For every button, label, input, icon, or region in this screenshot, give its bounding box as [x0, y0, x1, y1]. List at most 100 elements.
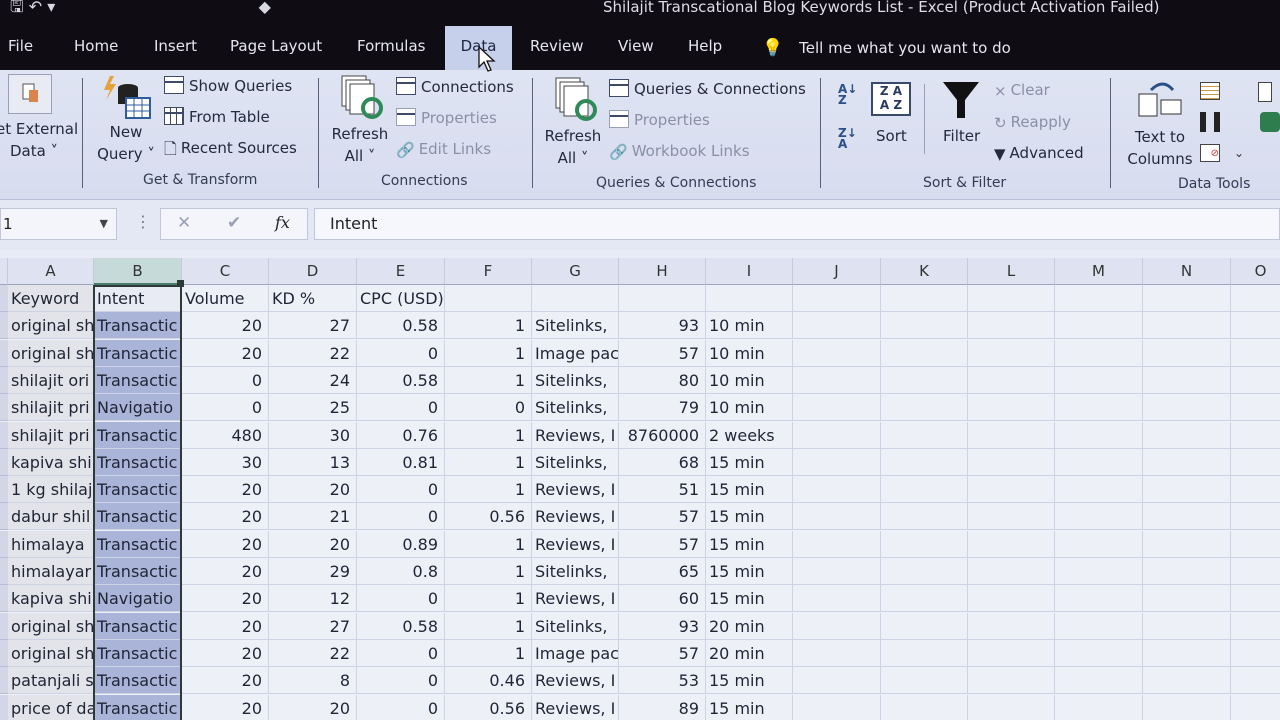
row-header[interactable]	[0, 476, 8, 504]
cell-c[interactable]: 20	[182, 503, 269, 531]
cell-h[interactable]: 89	[619, 694, 706, 720]
quick-access-toolbar[interactable]: 🖫 ↶ ▾ ◆	[10, 0, 271, 23]
cell-m[interactable]	[1055, 612, 1143, 640]
cell-h[interactable]: 79	[619, 394, 706, 422]
cell-b[interactable]: Transactic	[94, 312, 182, 340]
cell-c[interactable]: 20	[182, 312, 269, 340]
from-table-button[interactable]: From Table	[164, 107, 270, 126]
cell-f[interactable]: 0.46	[445, 667, 532, 695]
cell-o[interactable]	[1231, 422, 1280, 449]
row-header[interactable]	[0, 503, 8, 531]
column-header-c[interactable]: C	[182, 258, 269, 285]
cell-a[interactable]: himalayar	[8, 558, 94, 585]
tab-view[interactable]: View	[610, 26, 662, 70]
cell-l[interactable]	[968, 421, 1055, 449]
cell-i[interactable]: 2 weeks	[706, 421, 793, 449]
cell-m[interactable]	[1055, 639, 1143, 667]
show-queries-button[interactable]: Show Queries	[164, 76, 292, 95]
tab-help[interactable]: Help	[680, 26, 730, 70]
cell-l[interactable]	[968, 366, 1055, 394]
cell-n[interactable]	[1143, 639, 1231, 667]
cell-l[interactable]	[968, 312, 1055, 340]
column-header-l[interactable]: L	[968, 258, 1055, 285]
cell-e[interactable]: 0	[357, 694, 445, 720]
enter-check-icon[interactable]: ✔	[227, 213, 241, 233]
cell-n[interactable]	[1143, 339, 1231, 367]
column-header-i[interactable]: I	[706, 258, 793, 285]
column-header-a[interactable]: A	[8, 258, 94, 285]
name-box-dropdown-icon[interactable]: ▼	[100, 209, 108, 239]
cell-n[interactable]	[1143, 312, 1231, 340]
cell-o[interactable]	[1231, 394, 1280, 422]
row-header[interactable]	[0, 312, 8, 340]
cell-l[interactable]	[968, 694, 1055, 720]
sort-z-to-a-button[interactable]: Z↓ A	[838, 127, 857, 150]
row-header[interactable]	[0, 448, 8, 476]
filter-button[interactable]: Filter	[943, 127, 980, 145]
cell-i[interactable]: 15 min	[706, 530, 793, 558]
cell-a[interactable]: original sh	[8, 339, 94, 367]
cell-a[interactable]: kapiva shi	[8, 448, 94, 476]
cell-e[interactable]: 0	[357, 503, 445, 531]
cell-m[interactable]	[1055, 394, 1143, 422]
cell-n[interactable]	[1143, 394, 1231, 422]
cell-b[interactable]: Transactic	[94, 612, 182, 640]
cell-g[interactable]: Reviews, I	[532, 694, 619, 720]
cell-i[interactable]: 20 min	[706, 639, 793, 667]
column-header-e[interactable]: E	[357, 258, 445, 285]
cell-b[interactable]: Transactic	[94, 694, 182, 720]
cell-i[interactable]: 10 min	[706, 339, 793, 367]
cell-i[interactable]: 15 min	[706, 476, 793, 504]
tab-insert[interactable]: Insert	[146, 26, 205, 70]
cell-g[interactable]: Sitelinks,	[532, 394, 619, 422]
cell-m[interactable]	[1055, 366, 1143, 394]
cell-k[interactable]	[881, 667, 968, 695]
cell-m[interactable]	[1055, 339, 1143, 367]
cell-d[interactable]: 27	[269, 312, 357, 340]
cell-a[interactable]: Keyword	[8, 285, 94, 312]
cell-b[interactable]: Transactic	[94, 667, 182, 695]
cell-l[interactable]	[968, 612, 1055, 640]
cell-d[interactable]: 20	[269, 530, 357, 558]
cell-l[interactable]	[968, 667, 1055, 695]
row-header[interactable]	[0, 694, 8, 720]
cell-j[interactable]	[793, 366, 881, 394]
cell-o[interactable]	[1231, 531, 1280, 558]
cell-m[interactable]	[1055, 694, 1143, 720]
cell-g[interactable]: Reviews, I	[532, 667, 619, 695]
cell-b[interactable]: Transactic	[94, 639, 182, 667]
cell-c[interactable]: 20	[182, 558, 269, 585]
cell-k[interactable]	[881, 503, 968, 531]
row-header[interactable]	[0, 394, 8, 422]
queries-connections-button[interactable]: Queries & Connections	[609, 79, 806, 98]
cell-b[interactable]: Transactic	[94, 421, 182, 449]
sort-a-to-z-button[interactable]: A↓ Z	[838, 83, 857, 106]
column-header-o[interactable]: O	[1231, 258, 1280, 285]
row-header[interactable]	[0, 530, 8, 558]
cell-o[interactable]	[1231, 585, 1280, 613]
cell-d[interactable]: 20	[269, 476, 357, 504]
cell-f[interactable]	[445, 285, 532, 312]
cell-o[interactable]	[1231, 312, 1280, 340]
cell-o[interactable]	[1231, 449, 1280, 476]
cell-h[interactable]: 57	[619, 639, 706, 667]
cell-j[interactable]	[793, 667, 881, 695]
cell-l[interactable]	[968, 448, 1055, 476]
cell-e[interactable]: 0	[357, 476, 445, 504]
cell-d[interactable]: 20	[269, 694, 357, 720]
cell-f[interactable]: 1	[445, 585, 532, 613]
connections-button[interactable]: Connections	[396, 77, 514, 96]
cell-d[interactable]: 22	[269, 639, 357, 667]
tell-me-search[interactable]: 💡 Tell me what you want to do	[762, 26, 1011, 70]
cell-b[interactable]: Intent	[94, 285, 182, 312]
cell-c[interactable]: 30	[182, 448, 269, 476]
cell-f[interactable]: 1	[445, 448, 532, 476]
cell-a[interactable]: shilajit pri	[8, 421, 94, 449]
cell-e[interactable]: 0.81	[357, 448, 445, 476]
refresh-all-2-button[interactable]: Refresh All ˅	[543, 127, 603, 167]
data-validation-icon[interactable]: ⊘	[1200, 144, 1220, 162]
sort-button[interactable]: Sort	[876, 127, 907, 145]
cell-c[interactable]: 0	[182, 366, 269, 394]
row-header[interactable]	[0, 366, 8, 394]
cell-n[interactable]	[1143, 667, 1231, 695]
